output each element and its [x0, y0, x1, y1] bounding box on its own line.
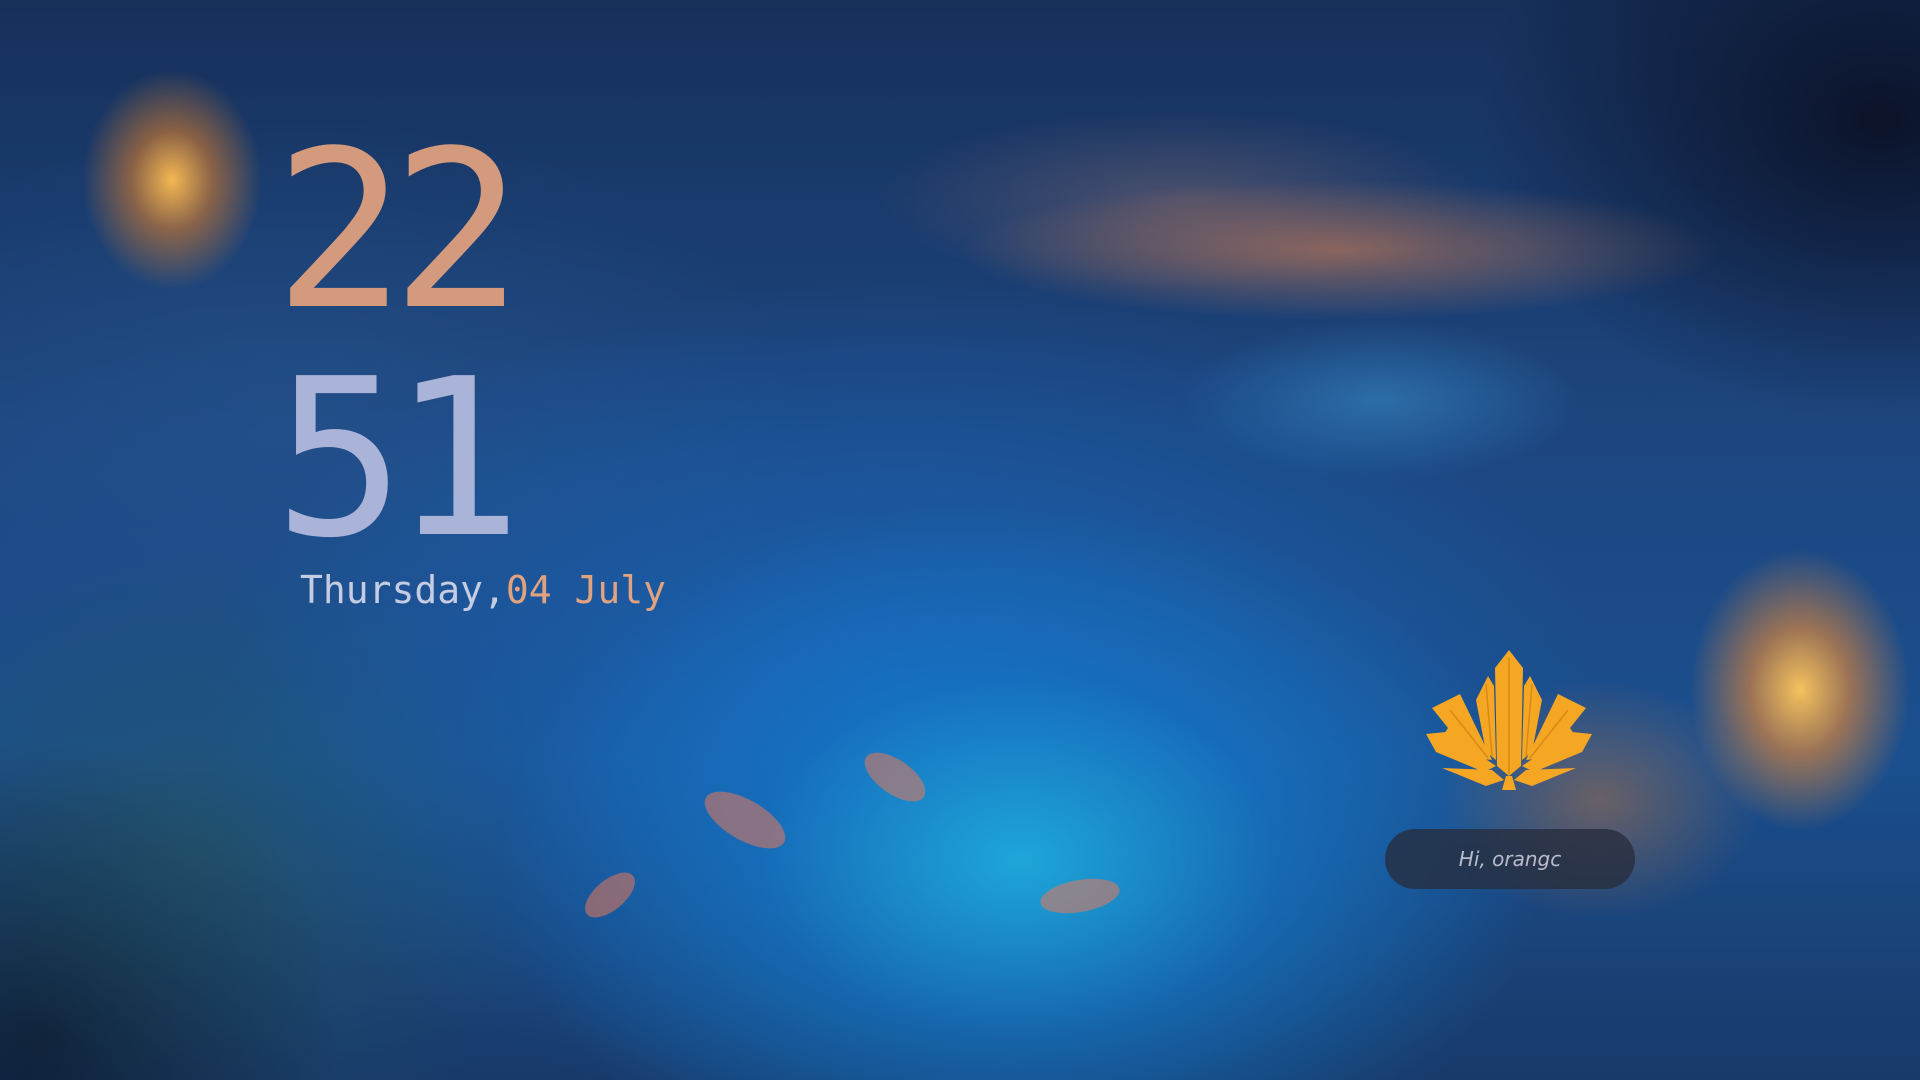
greeting-input-field[interactable]: Hi, orangc [1385, 829, 1635, 889]
koi-fish-blur [1037, 873, 1123, 919]
maple-leaf-icon [1426, 650, 1592, 790]
koi-fish-blur [856, 742, 934, 812]
lockscreen-date: Thursday,04 July [300, 568, 666, 612]
clock-hours: 22 [274, 105, 522, 358]
koi-fish-blur [577, 864, 643, 926]
koi-fish-blur [696, 780, 794, 860]
date-weekday: Thursday, [300, 568, 506, 612]
user-avatar [1426, 648, 1592, 790]
date-day-month: 04 July [505, 568, 667, 612]
clock-minutes: 51 [274, 333, 522, 586]
lockscreen-clock: 22 51 [274, 105, 522, 586]
greeting-label: Hi, orangc [1458, 847, 1562, 871]
